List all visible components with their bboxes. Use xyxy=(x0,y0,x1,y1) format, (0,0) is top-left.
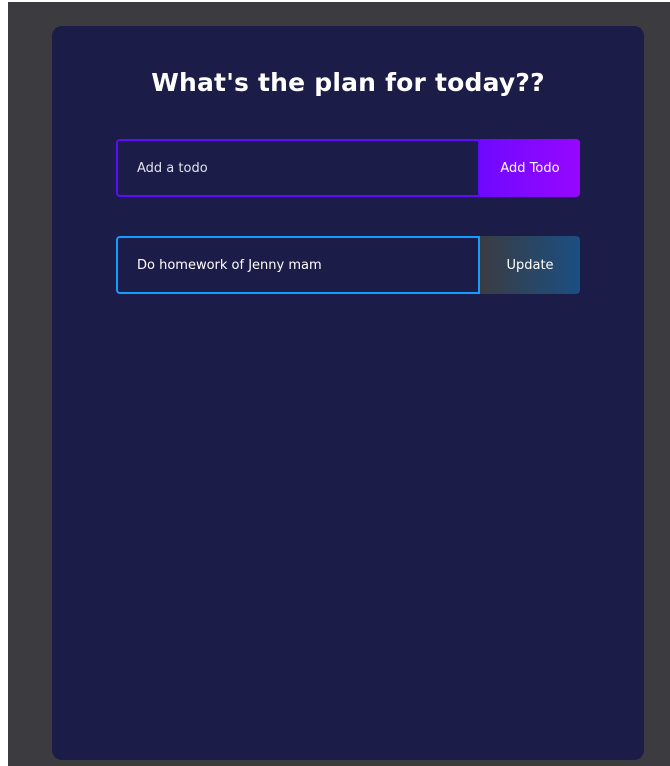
add-todo-form: Add Todo xyxy=(116,139,580,197)
edit-todo-form: Update xyxy=(116,236,580,294)
add-todo-button[interactable]: Add Todo xyxy=(480,139,580,197)
update-todo-button[interactable]: Update xyxy=(480,236,580,294)
edit-todo-input[interactable] xyxy=(116,236,480,294)
add-todo-input[interactable] xyxy=(116,139,480,197)
page-title: What's the plan for today?? xyxy=(151,68,545,97)
todo-app-card: What's the plan for today?? Add Todo Upd… xyxy=(52,26,644,760)
page-background: What's the plan for today?? Add Todo Upd… xyxy=(8,2,670,766)
